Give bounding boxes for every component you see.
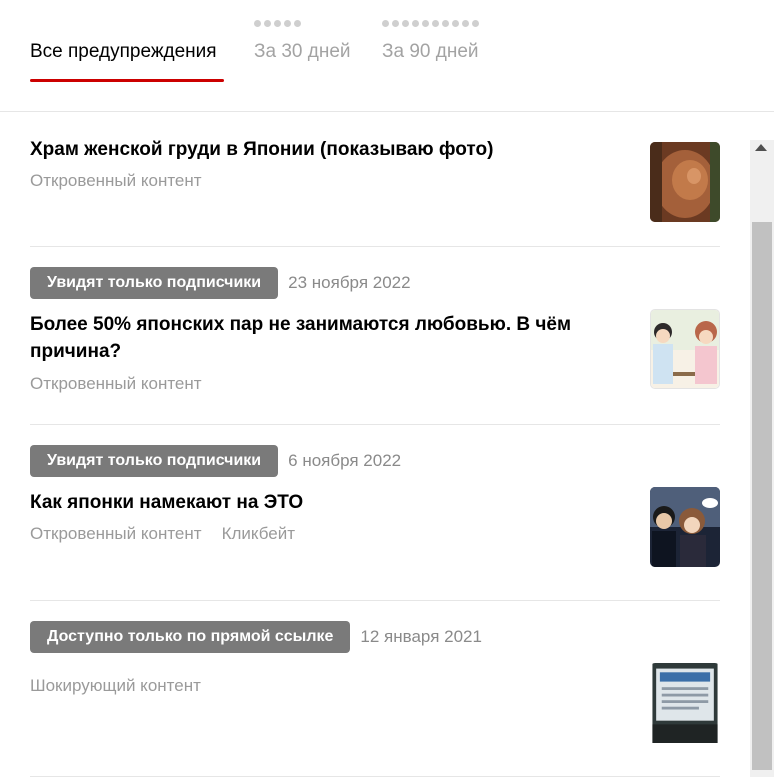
item-tags: Откровенный контент [30, 373, 202, 395]
item-tags: Откровенный контент [30, 170, 202, 192]
loading-dots-icon [382, 20, 479, 27]
tag-label: Шокирующий контент [30, 676, 201, 695]
tag-label: Кликбейт [221, 524, 295, 543]
list-item[interactable]: Храм женской груди в Японии (показываю ф… [30, 112, 720, 246]
tab-all-warnings[interactable]: Все предупреждения [30, 40, 217, 64]
item-date: 12 января 2021 [360, 627, 482, 646]
item-title[interactable]: Более 50% японских пар не занимаются люб… [30, 311, 630, 365]
visibility-badge: Доступно только по прямой ссылке [30, 621, 351, 653]
tag-label: Откровенный контент [30, 524, 202, 543]
scroll-up-arrow-icon[interactable] [755, 144, 767, 151]
illustration-thumbnail-icon[interactable] [650, 309, 720, 389]
list-item[interactable]: Увидят только подписчики 23 ноября 2022 … [30, 247, 720, 424]
warnings-list: Храм женской груди в Японии (показываю ф… [0, 112, 750, 777]
item-date: 23 ноября 2022 [288, 273, 411, 292]
item-meta: Доступно только по прямой ссылке 12 янва… [30, 621, 482, 653]
loading-dots-icon [254, 20, 301, 27]
item-title[interactable]: Храм женской груди в Японии (показываю ф… [30, 136, 630, 163]
visibility-badge: Увидят только подписчики [30, 445, 279, 477]
tag-label: Откровенный контент [30, 374, 202, 393]
photo-thumbnail-icon[interactable] [650, 487, 720, 567]
item-tags: Откровенный контент Кликбейт [30, 523, 295, 545]
list-item[interactable]: Доступно только по прямой ссылке 12 янва… [30, 601, 720, 777]
item-meta: Увидят только подписчики 23 ноября 2022 [30, 267, 411, 299]
item-date: 6 ноября 2022 [288, 451, 402, 470]
tab-90-days[interactable]: За 90 дней [382, 40, 479, 64]
item-meta: Увидят только подписчики 6 ноября 2022 [30, 445, 401, 477]
tab-30-days[interactable]: За 30 дней [254, 40, 351, 64]
active-tab-underline [30, 79, 224, 82]
item-title[interactable]: Как японки намекают на ЭТО [30, 489, 630, 516]
photo-thumbnail-icon[interactable] [650, 663, 720, 749]
filter-tabs: Все предупреждения За 30 дней За 90 дней [0, 0, 774, 112]
visibility-badge: Увидят только подписчики [30, 267, 279, 299]
scroll-thumb[interactable] [752, 222, 772, 770]
list-item[interactable]: Увидят только подписчики 6 ноября 2022 К… [30, 425, 720, 600]
photo-thumbnail-icon[interactable] [650, 142, 720, 222]
item-tags: Шокирующий контент [30, 675, 201, 697]
scrollbar[interactable] [750, 140, 774, 777]
tag-label: Откровенный контент [30, 171, 202, 190]
